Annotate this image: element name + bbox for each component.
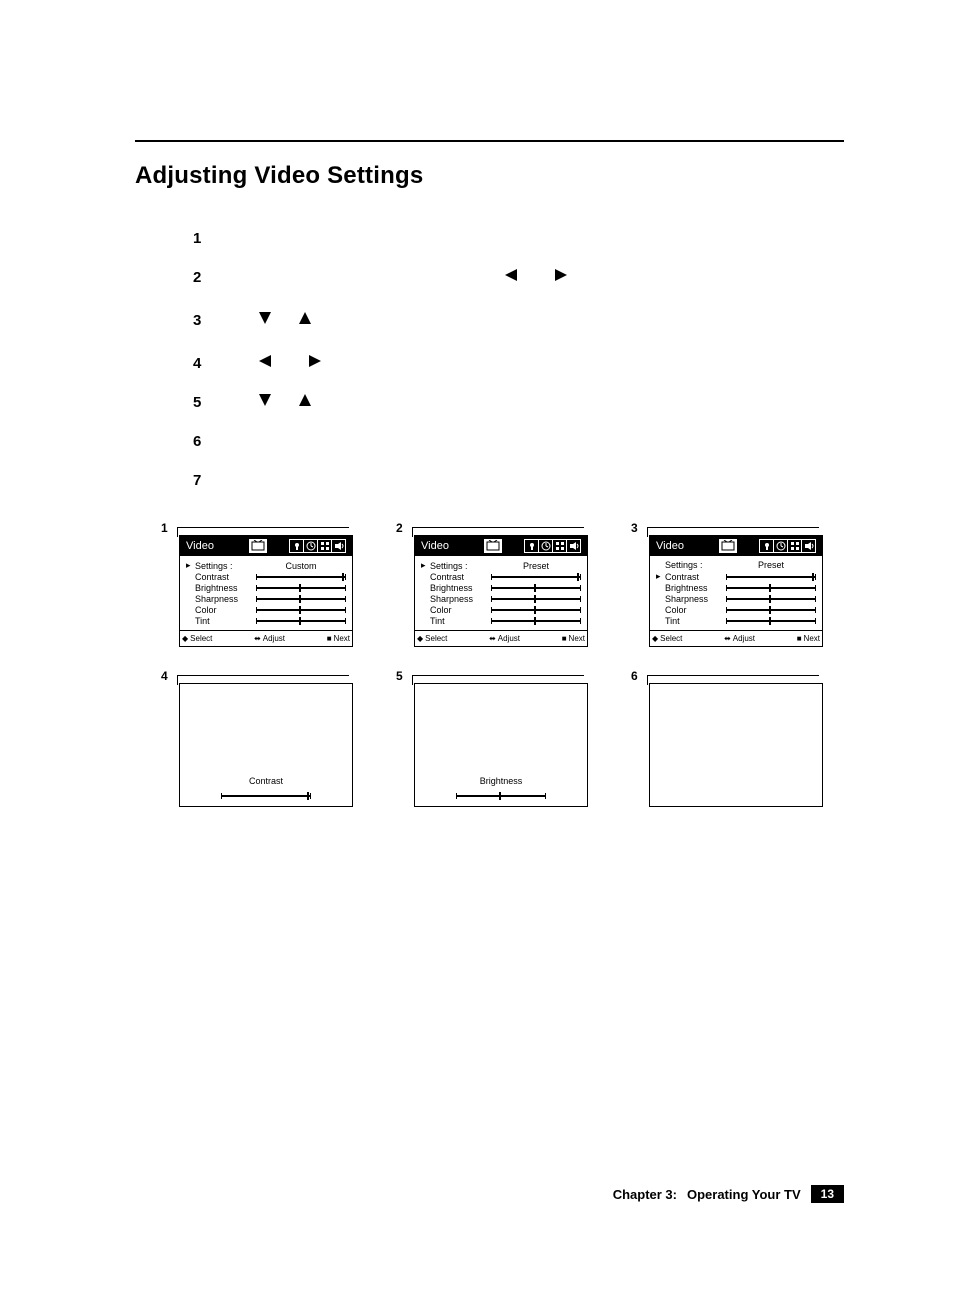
panel-lead bbox=[177, 527, 349, 535]
panel-4-num: 4 bbox=[161, 669, 168, 683]
settings-value: Preset bbox=[726, 560, 816, 570]
osd-menu: Video ▸Settings : Custom Contra bbox=[179, 535, 353, 647]
nav-left-icon bbox=[505, 269, 517, 281]
audio-icon bbox=[566, 540, 580, 552]
panel-5-num: 5 bbox=[396, 669, 403, 683]
slider-color bbox=[256, 606, 346, 614]
item-contrast: Contrast bbox=[430, 572, 464, 582]
panel-1-num: 1 bbox=[161, 521, 168, 535]
panel-4: 4 Contrast bbox=[179, 671, 409, 807]
foot-adjust: ⬌Adjust bbox=[724, 634, 755, 643]
setup-icon bbox=[290, 540, 303, 552]
foot-next: ■Next bbox=[327, 634, 350, 643]
item-contrast: Contrast bbox=[195, 572, 229, 582]
slider-brightness bbox=[256, 584, 346, 592]
channel-icon bbox=[552, 540, 566, 552]
step-list: 1 2 3 4 5 bbox=[193, 230, 844, 489]
item-tint: Tint bbox=[195, 616, 210, 626]
foot-next: ■Next bbox=[797, 634, 820, 643]
pointer-icon: ▸ bbox=[186, 560, 193, 571]
channel-icon bbox=[317, 540, 331, 552]
foot-adjust: ⬌Adjust bbox=[254, 634, 285, 643]
step-num-5: 5 bbox=[193, 394, 215, 411]
page-title: Adjusting Video Settings bbox=[135, 162, 844, 190]
nav-left-icon bbox=[259, 355, 271, 367]
nav-right-icon bbox=[309, 355, 321, 367]
step-num-4: 4 bbox=[193, 355, 215, 372]
osd-heading: Video bbox=[186, 540, 214, 552]
tv-icon bbox=[719, 539, 737, 553]
top-rule bbox=[135, 140, 844, 142]
panel-6: 6 bbox=[649, 671, 879, 807]
foot-select: ◆Select bbox=[652, 634, 682, 643]
settings-label: Settings : bbox=[195, 561, 233, 571]
footer-page: 13 bbox=[811, 1185, 844, 1203]
step-num-3: 3 bbox=[193, 312, 215, 329]
item-sharpness: Sharpness bbox=[665, 594, 708, 604]
foot-adjust: ⬌Adjust bbox=[489, 634, 520, 643]
setup-icon bbox=[760, 540, 773, 552]
settings-label: Settings : bbox=[665, 560, 703, 570]
item-color: Color bbox=[665, 605, 687, 615]
page-footer: Chapter 3: Operating Your TV 13 bbox=[613, 1185, 844, 1203]
item-color: Color bbox=[195, 605, 217, 615]
item-sharpness: Sharpness bbox=[195, 594, 238, 604]
slider-tint bbox=[256, 617, 346, 625]
live-slider-contrast bbox=[221, 792, 311, 800]
item-brightness: Brightness bbox=[195, 583, 238, 593]
nav-up-icon bbox=[299, 394, 311, 406]
setup-icon bbox=[525, 540, 538, 552]
timer-icon bbox=[538, 540, 552, 552]
step-num-6: 6 bbox=[193, 433, 215, 450]
foot-next: ■Next bbox=[562, 634, 585, 643]
item-brightness: Brightness bbox=[430, 583, 473, 593]
tv-icon bbox=[249, 539, 267, 553]
nav-up-icon bbox=[299, 312, 311, 324]
step-num-7: 7 bbox=[193, 472, 215, 489]
nav-down-icon bbox=[259, 312, 271, 324]
live-slider-brightness bbox=[456, 792, 546, 800]
tv-icon bbox=[484, 539, 502, 553]
foot-select: ◆Select bbox=[182, 634, 212, 643]
panel-5: 5 Brightness bbox=[414, 671, 644, 807]
settings-value: Preset bbox=[491, 561, 581, 571]
foot-select: ◆Select bbox=[417, 634, 447, 643]
nav-down-icon bbox=[259, 394, 271, 406]
slider-sharpness bbox=[256, 595, 346, 603]
live-label-brightness: Brightness bbox=[480, 776, 523, 786]
item-tint: Tint bbox=[430, 616, 445, 626]
settings-label: Settings : bbox=[430, 561, 468, 571]
item-color: Color bbox=[430, 605, 452, 615]
panel-1: 1 Video ▸Settings bbox=[179, 523, 409, 647]
step-num-2: 2 bbox=[193, 269, 215, 286]
audio-icon bbox=[801, 540, 815, 552]
osd-heading: Video bbox=[656, 540, 684, 552]
panel-2: 2 Video ▸Settings bbox=[414, 523, 644, 647]
pointer-icon: ▸ bbox=[421, 560, 428, 571]
step-num-1: 1 bbox=[193, 230, 215, 247]
nav-right-icon bbox=[555, 269, 567, 281]
footer-title: Operating Your TV bbox=[687, 1187, 801, 1202]
channel-icon bbox=[787, 540, 801, 552]
footer-chapter: Chapter 3: bbox=[613, 1187, 677, 1202]
audio-icon bbox=[331, 540, 345, 552]
pointer-icon: ▸ bbox=[656, 571, 663, 582]
panel-3: 3 Video Settings : bbox=[649, 523, 879, 647]
panel-3-num: 3 bbox=[631, 521, 638, 535]
item-brightness: Brightness bbox=[665, 583, 708, 593]
osd-tab-icons bbox=[249, 539, 346, 553]
settings-value: Custom bbox=[256, 561, 346, 571]
timer-icon bbox=[773, 540, 787, 552]
panel-6-num: 6 bbox=[631, 669, 638, 683]
item-tint: Tint bbox=[665, 616, 680, 626]
item-contrast: Contrast bbox=[665, 572, 699, 582]
panel-2-num: 2 bbox=[396, 521, 403, 535]
timer-icon bbox=[303, 540, 317, 552]
osd-heading: Video bbox=[421, 540, 449, 552]
item-sharpness: Sharpness bbox=[430, 594, 473, 604]
slider-contrast bbox=[256, 573, 346, 581]
live-label-contrast: Contrast bbox=[249, 776, 283, 786]
